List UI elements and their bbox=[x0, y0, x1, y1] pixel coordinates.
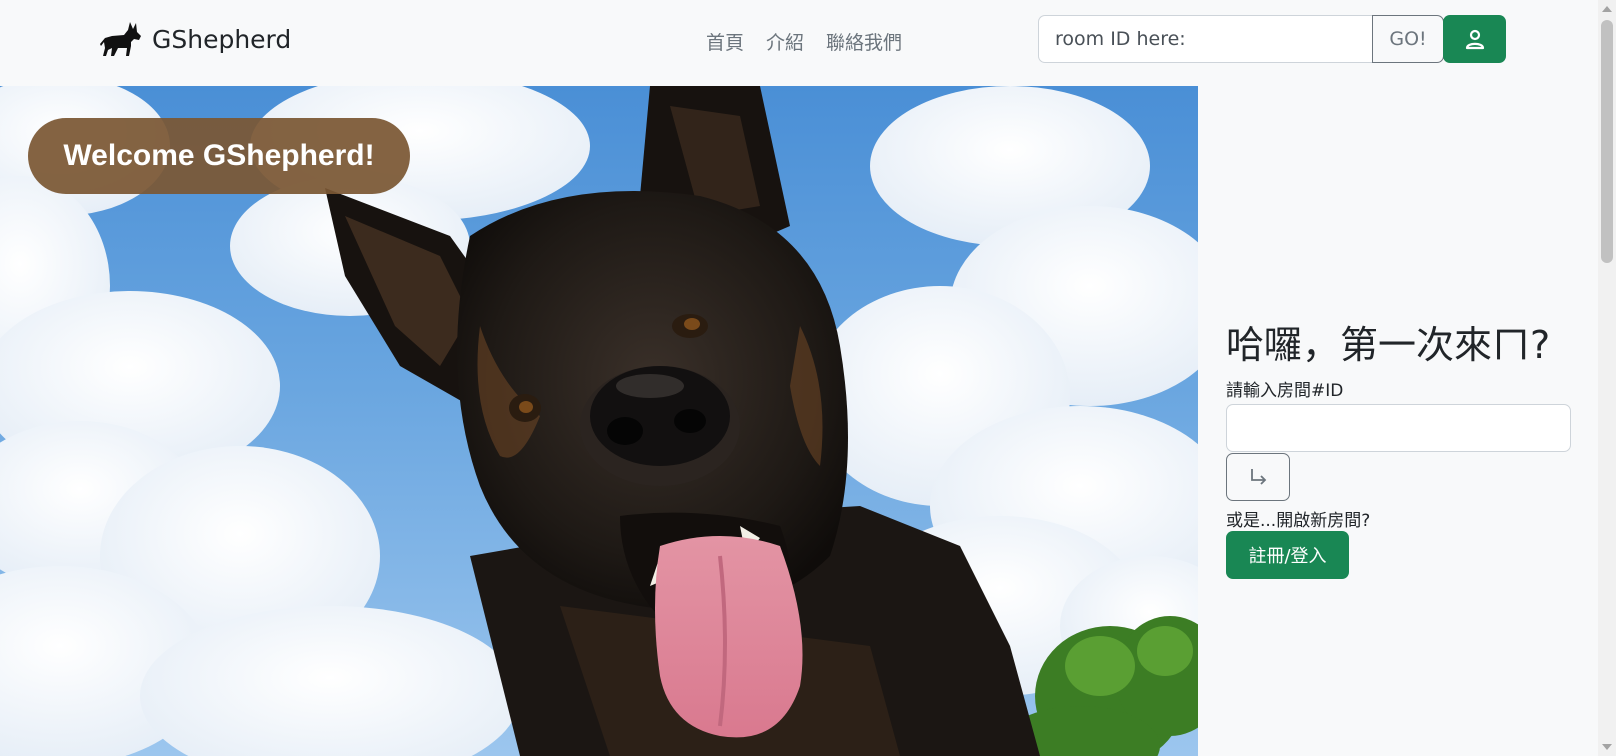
scroll-thumb[interactable] bbox=[1601, 20, 1613, 263]
nav-link-contact[interactable]: 聯絡我們 bbox=[826, 28, 902, 55]
user-button[interactable] bbox=[1443, 15, 1506, 63]
brand-link[interactable]: GShepherd bbox=[100, 20, 291, 58]
side-panel: 哈囉，第一次來ㄇ? 請輸入房間#ID 或是...開啟新房間? 註冊/登入 bbox=[1198, 86, 1598, 756]
enter-room-button[interactable] bbox=[1226, 453, 1290, 501]
nav-links: 首頁 介紹 聯絡我們 bbox=[706, 28, 902, 55]
german-shepherd-silhouette-icon bbox=[100, 22, 141, 56]
user-icon bbox=[1465, 29, 1484, 50]
scroll-down-arrow-icon[interactable] bbox=[1602, 744, 1612, 750]
room-id-input[interactable] bbox=[1226, 404, 1571, 452]
room-id-label: 請輸入房間#ID bbox=[1226, 381, 1344, 401]
room-id-search-input[interactable] bbox=[1038, 15, 1372, 63]
navbar: GShepherd 首頁 介紹 聯絡我們 GO! bbox=[0, 0, 1598, 87]
go-button[interactable]: GO! bbox=[1372, 15, 1444, 63]
signup-login-button[interactable]: 註冊/登入 bbox=[1226, 531, 1349, 579]
nav-link-home[interactable]: 首頁 bbox=[706, 28, 744, 55]
open-new-room-text: 或是...開啟新房間? bbox=[1226, 511, 1371, 531]
scroll-up-arrow-icon[interactable] bbox=[1602, 6, 1612, 12]
brand-name: GShepherd bbox=[152, 24, 292, 54]
nav-link-about[interactable]: 介紹 bbox=[766, 28, 804, 55]
arrow-return-right-icon bbox=[1251, 469, 1267, 485]
hero-section: Welcome GShepherd! bbox=[0, 86, 1198, 756]
room-search-group: GO! bbox=[1038, 15, 1444, 63]
page: GShepherd 首頁 介紹 聯絡我們 GO! bbox=[0, 0, 1616, 756]
scrollbar[interactable] bbox=[1598, 0, 1616, 756]
welcome-heading: 哈囉，第一次來ㄇ? bbox=[1226, 323, 1551, 367]
welcome-banner: Welcome GShepherd! bbox=[28, 118, 410, 194]
